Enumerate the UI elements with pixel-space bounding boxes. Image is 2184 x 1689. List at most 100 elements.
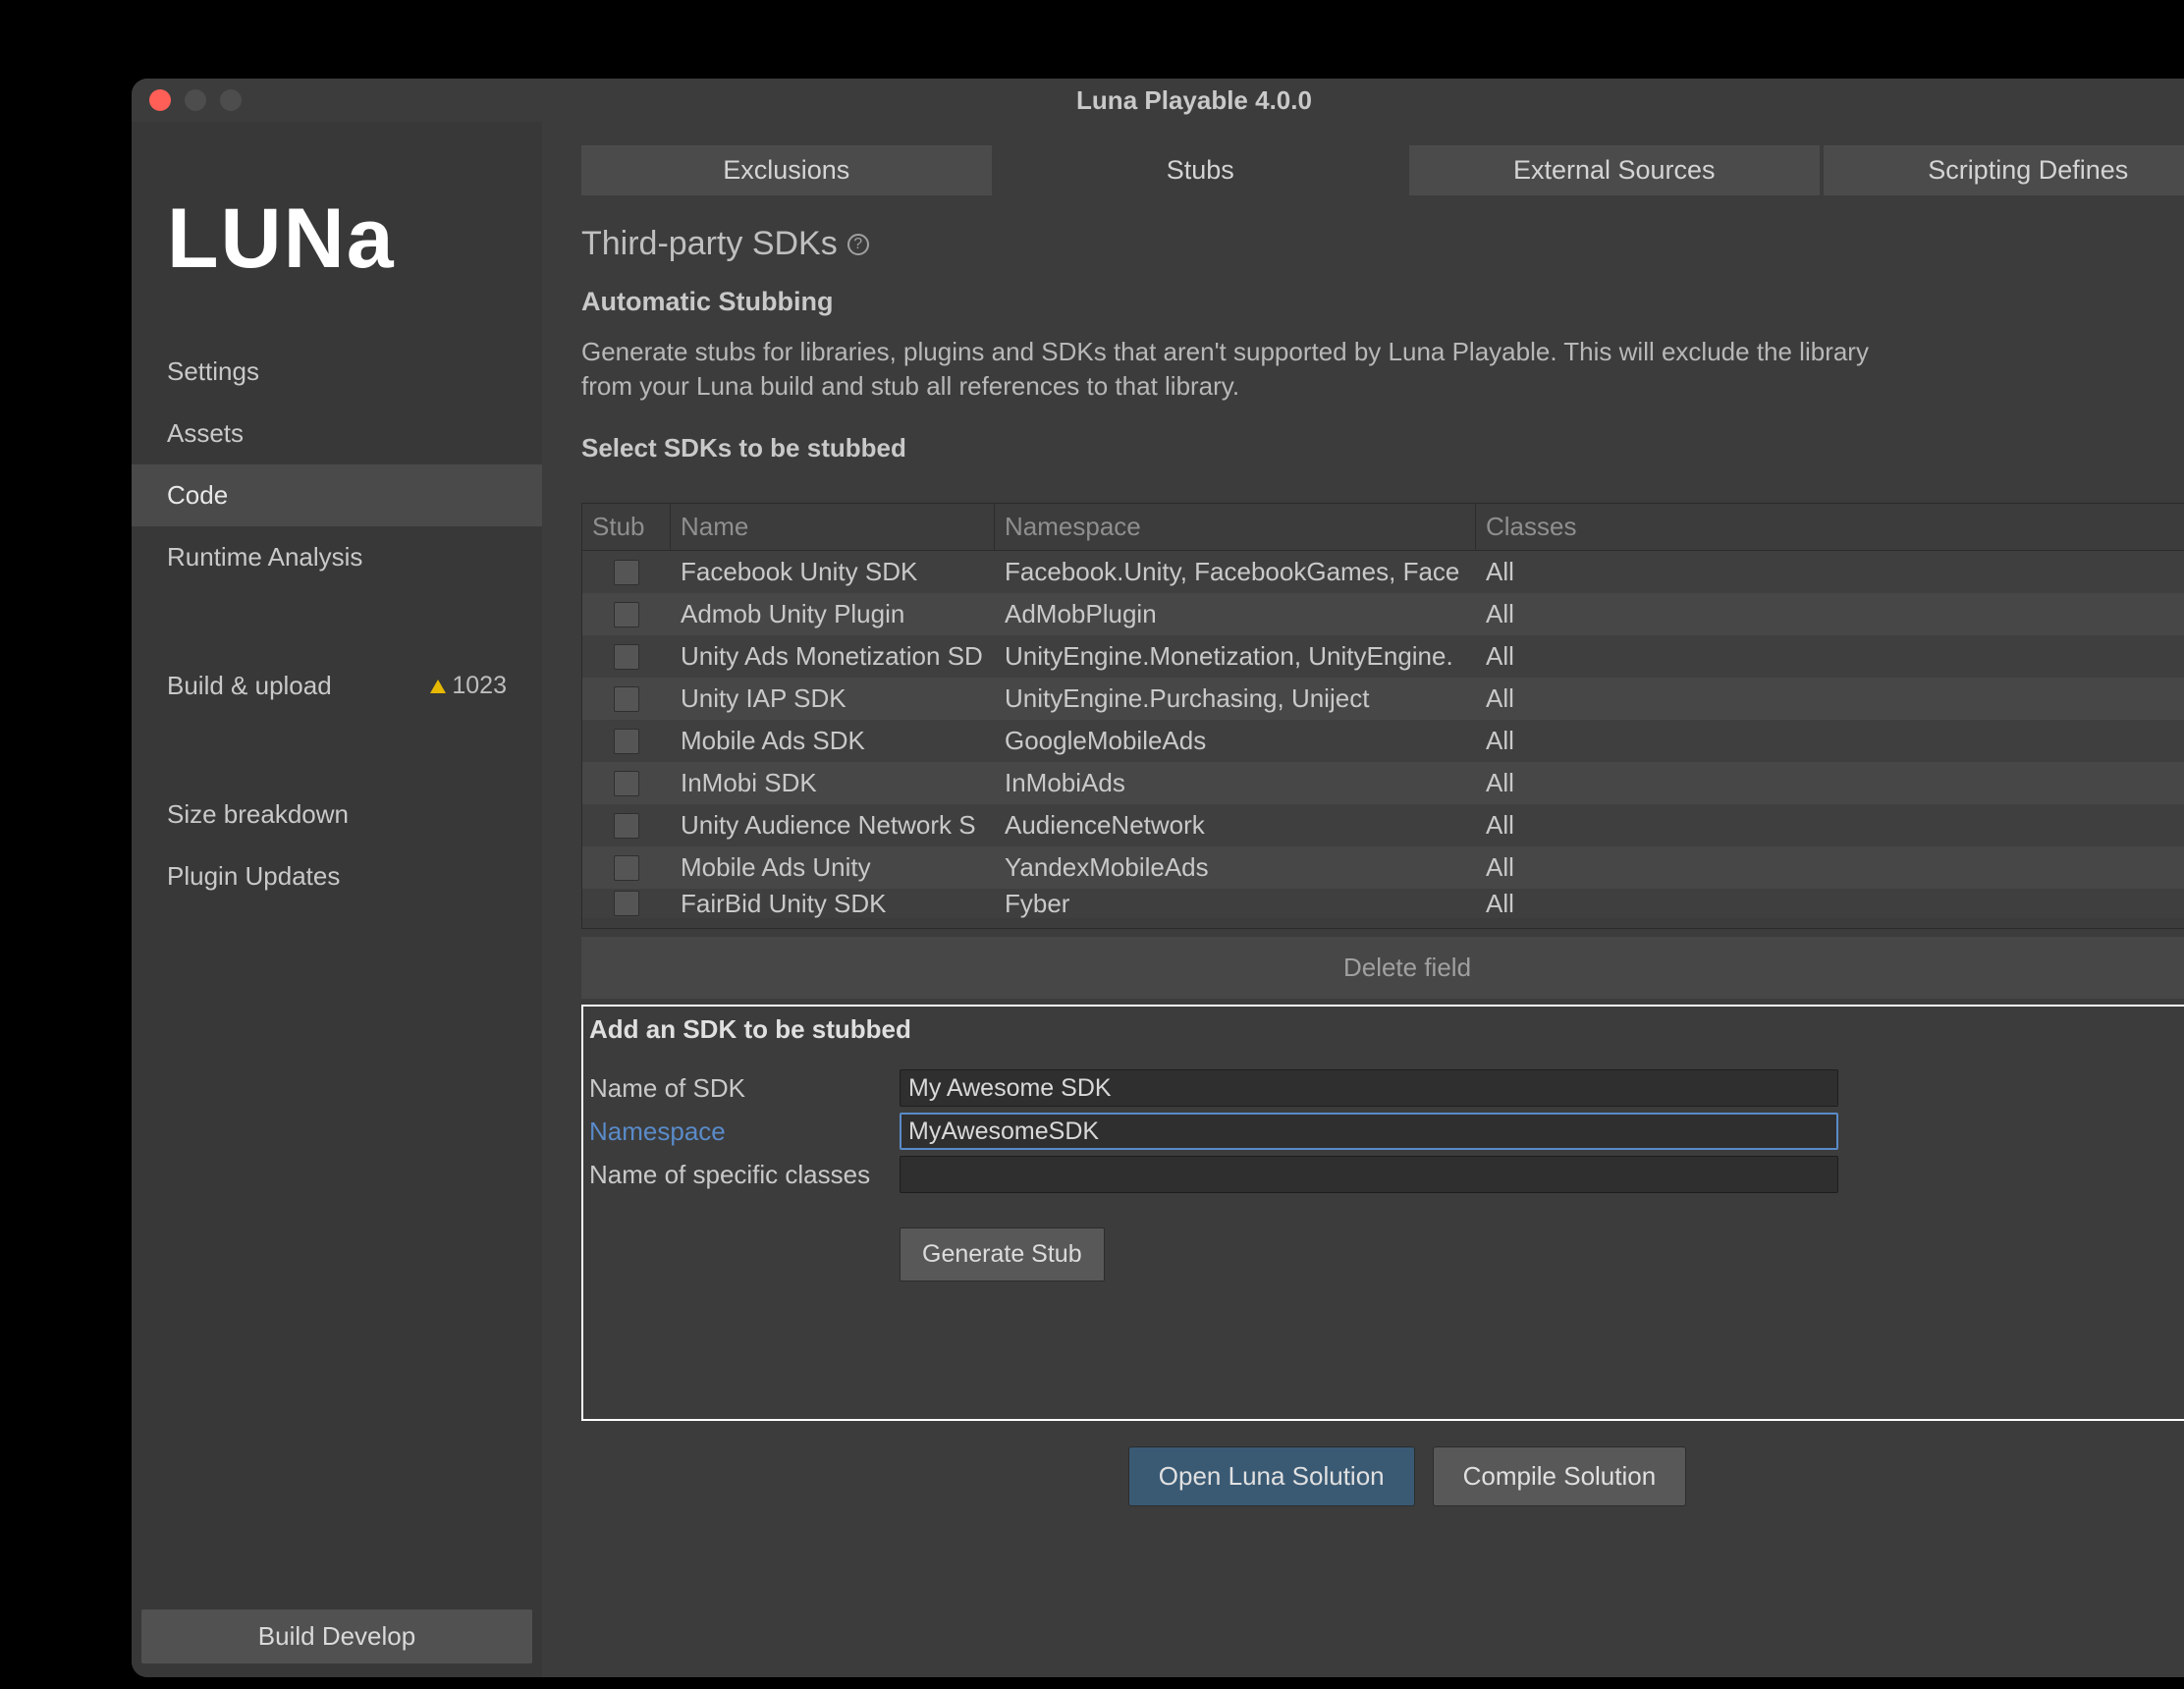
stub-cell <box>582 635 671 678</box>
sdk-table: Stub Name Namespace Classes Facebook Uni… <box>581 503 2184 929</box>
classes-cell: All <box>1476 889 2184 918</box>
sidebar-item-runtime-analysis[interactable]: Runtime Analysis <box>132 526 542 588</box>
classes-label: Name of specific classes <box>587 1160 900 1190</box>
stub-cell <box>582 804 671 846</box>
namespace-input[interactable] <box>900 1113 1838 1150</box>
namespace-cell: Fyber <box>995 889 1476 918</box>
table-row[interactable]: Unity Ads Monetization SDUnityEngine.Mon… <box>582 635 2184 678</box>
stub-cell <box>582 593 671 635</box>
sidebar: LUNa Settings Assets Code Runtime Analys… <box>132 122 542 1677</box>
table-row[interactable]: Mobile Ads UnityYandexMobileAdsAll <box>582 846 2184 889</box>
table-row[interactable]: Admob Unity PluginAdMobPluginAll <box>582 593 2184 635</box>
table-row[interactable]: InMobi SDKInMobiAdsAll <box>582 762 2184 804</box>
tab-label: External Sources <box>1513 155 1716 185</box>
sidebar-item-label: Build & upload <box>167 671 332 701</box>
tab-external-sources[interactable]: External Sources <box>1409 145 1820 195</box>
logo: LUNa <box>167 191 507 288</box>
stub-checkbox[interactable] <box>614 855 639 881</box>
namespace-cell: UnityEngine.Purchasing, Uniject <box>995 678 1476 720</box>
classes-cell: All <box>1476 846 2184 889</box>
sidebar-item-build-upload[interactable]: Build & upload 1023 <box>132 655 542 717</box>
zoom-icon[interactable] <box>220 89 242 111</box>
minimize-icon[interactable] <box>185 89 206 111</box>
button-label: Build Develop <box>258 1621 415 1651</box>
classes-cell: All <box>1476 720 2184 762</box>
stub-checkbox[interactable] <box>614 644 639 670</box>
warning-icon <box>430 680 446 693</box>
open-luna-solution-button[interactable]: Open Luna Solution <box>1128 1446 1415 1506</box>
tab-exclusions[interactable]: Exclusions <box>581 145 992 195</box>
tab-label: Exclusions <box>723 155 849 185</box>
tab-label: Scripting Defines <box>1928 155 2128 185</box>
tab-scripting-defines[interactable]: Scripting Defines <box>1824 145 2184 195</box>
sidebar-item-label: Runtime Analysis <box>167 542 362 572</box>
classes-cell: All <box>1476 593 2184 635</box>
select-sdks-label: Select SDKs to be stubbed <box>581 433 2184 463</box>
sidebar-item-plugin-updates[interactable]: Plugin Updates <box>132 845 542 907</box>
th-classes: Classes <box>1476 504 2184 550</box>
sidebar-item-size-breakdown[interactable]: Size breakdown <box>132 784 542 845</box>
compile-solution-button[interactable]: Compile Solution <box>1433 1446 1687 1506</box>
stub-checkbox[interactable] <box>614 771 639 796</box>
button-label: Generate Stub <box>922 1240 1082 1268</box>
sidebar-item-label: Settings <box>167 356 259 386</box>
classes-cell: All <box>1476 551 2184 593</box>
help-icon[interactable]: ? <box>847 234 869 255</box>
table-row[interactable]: Facebook Unity SDKFacebook.Unity, Facebo… <box>582 551 2184 593</box>
button-label: Compile Solution <box>1463 1461 1657 1491</box>
section-title: Third-party SDKs ? <box>581 225 2184 263</box>
main-panel: Exclusions Stubs External Sources Script… <box>542 122 2184 1677</box>
th-stub: Stub <box>582 504 671 550</box>
stub-checkbox[interactable] <box>614 686 639 712</box>
description-text: Generate stubs for libraries, plugins an… <box>581 335 1917 404</box>
footer-buttons: Open Luna Solution Compile Solution <box>581 1446 2184 1506</box>
namespace-label[interactable]: Namespace <box>587 1117 900 1147</box>
stub-checkbox[interactable] <box>614 891 639 916</box>
stub-cell <box>582 889 671 918</box>
stub-checkbox[interactable] <box>614 813 639 839</box>
stub-cell <box>582 762 671 804</box>
name-of-sdk-input[interactable] <box>900 1069 1838 1107</box>
titlebar: Luna Playable 4.0.0 <box>132 79 2184 122</box>
warning-badge: 1023 <box>430 672 507 700</box>
table-row[interactable]: Mobile Ads SDKGoogleMobileAdsAll <box>582 720 2184 762</box>
window-controls <box>149 89 242 111</box>
close-icon[interactable] <box>149 89 171 111</box>
add-sdk-panel: Add an SDK to be stubbed Name of SDK Nam… <box>581 1005 2184 1421</box>
window-title: Luna Playable 4.0.0 <box>132 85 2184 116</box>
namespace-cell: AdMobPlugin <box>995 593 1476 635</box>
th-namespace: Namespace <box>995 504 1476 550</box>
table-header: Stub Name Namespace Classes <box>582 504 2184 551</box>
sidebar-item-assets[interactable]: Assets <box>132 403 542 464</box>
sidebar-item-label: Code <box>167 480 228 510</box>
sidebar-item-label: Size breakdown <box>167 799 349 829</box>
tab-label: Stubs <box>1167 155 1234 185</box>
table-row[interactable]: FairBid Unity SDKFyberAll <box>582 889 2184 918</box>
table-row[interactable]: Unity IAP SDKUnityEngine.Purchasing, Uni… <box>582 678 2184 720</box>
th-name: Name <box>671 504 995 550</box>
generate-stub-button[interactable]: Generate Stub <box>900 1227 1105 1281</box>
tabs: Exclusions Stubs External Sources Script… <box>581 145 2184 195</box>
sidebar-item-settings[interactable]: Settings <box>132 341 542 403</box>
table-row[interactable]: Unity Audience Network SAudienceNetworkA… <box>582 804 2184 846</box>
namespace-cell: InMobiAds <box>995 762 1476 804</box>
button-label: Delete field <box>1343 953 1471 982</box>
classes-cell: All <box>1476 762 2184 804</box>
classes-cell: All <box>1476 804 2184 846</box>
sidebar-item-label: Plugin Updates <box>167 861 340 891</box>
classes-input[interactable] <box>900 1156 1838 1193</box>
delete-field-button[interactable]: Delete field <box>581 937 2184 999</box>
automatic-stubbing-heading: Automatic Stubbing <box>581 287 2184 317</box>
namespace-cell: YandexMobileAds <box>995 846 1476 889</box>
button-label: Open Luna Solution <box>1159 1461 1385 1491</box>
tab-stubs[interactable]: Stubs <box>996 145 1406 195</box>
stub-checkbox[interactable] <box>614 560 639 585</box>
build-develop-button[interactable]: Build Develop <box>141 1609 532 1663</box>
sidebar-item-code[interactable]: Code <box>132 464 542 526</box>
sidebar-item-label: Assets <box>167 418 244 448</box>
name-cell: Facebook Unity SDK <box>671 551 995 593</box>
classes-cell: All <box>1476 678 2184 720</box>
stub-checkbox[interactable] <box>614 729 639 754</box>
stub-checkbox[interactable] <box>614 602 639 627</box>
app-window: Luna Playable 4.0.0 LUNa Settings Assets… <box>132 79 2184 1677</box>
